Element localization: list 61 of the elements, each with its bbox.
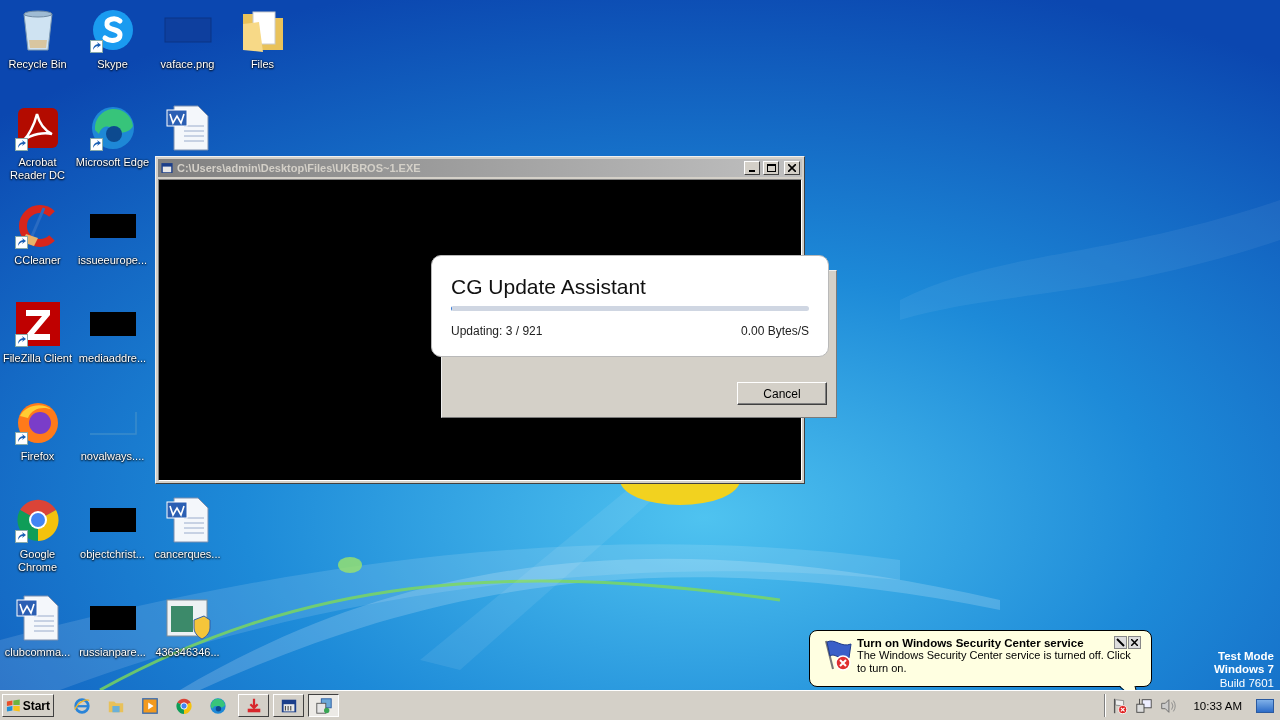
- icon-label[interactable]: Skype: [75, 58, 150, 71]
- icon-label[interactable]: clubcomma...: [0, 646, 75, 659]
- flag-error-icon: [1111, 696, 1130, 715]
- os-info-text: Windows 7: [1214, 663, 1274, 677]
- chrome-icon: [175, 696, 193, 715]
- edge-icon: [209, 696, 227, 715]
- shortcut-arrow-icon: [14, 334, 28, 347]
- icon-label[interactable]: Microsoft Edge: [75, 156, 150, 169]
- console-icon: [160, 161, 174, 175]
- leaf-drawing: [338, 557, 362, 573]
- close-button[interactable]: [1128, 636, 1141, 649]
- speed-text: 0.00 Bytes/S: [740, 324, 809, 338]
- speaker-icon: [1159, 696, 1178, 715]
- maximize-button[interactable]: [763, 161, 779, 175]
- icon-label[interactable]: CCleaner: [0, 254, 75, 267]
- icon-label[interactable]: vaface.png: [150, 58, 225, 71]
- icon-label[interactable]: Acrobat Reader DC: [0, 156, 75, 182]
- status-text: Updating: 3 / 921: [451, 324, 543, 338]
- clock[interactable]: 10:33 AM: [1193, 699, 1242, 712]
- tray-button[interactable]: [1111, 696, 1130, 715]
- icon-label[interactable]: cancerques...: [150, 548, 225, 561]
- shortcut-arrow-icon: [89, 40, 103, 53]
- window-title: C:\Users\admin\Desktop\Files\UKBROS~1.EXE: [177, 162, 422, 174]
- shortcut-arrow-icon: [14, 236, 28, 249]
- icon-label[interactable]: objectchrist...: [75, 548, 150, 561]
- icon-label[interactable]: 436346346...: [150, 646, 225, 659]
- notification-balloon[interactable]: Turn on Windows Security Center service The Windows Security Center service is turned off. Click to turn on.: [809, 630, 1152, 687]
- icon-label[interactable]: mediaaddre...: [75, 352, 150, 365]
- icon-label[interactable]: issueeurope...: [75, 254, 150, 267]
- balloon-message: The Windows Security Center service is turned off. Click to turn on.: [857, 649, 1132, 675]
- close-icon: [788, 164, 796, 172]
- shortcut-arrow-icon: [14, 530, 28, 543]
- media-player-icon: [141, 696, 159, 715]
- os-info-text: Test Mode: [1218, 649, 1274, 663]
- close-icon: [1131, 639, 1138, 646]
- dialog-title: CG Update Assistant: [451, 274, 647, 300]
- shortcut-arrow-icon: [89, 138, 103, 151]
- icon-label[interactable]: Google Chrome: [0, 548, 75, 574]
- network-icon: [1135, 696, 1154, 715]
- windows-logo-icon: [6, 698, 21, 713]
- task-button[interactable]: [308, 694, 339, 717]
- wrench-icon: [1116, 638, 1125, 647]
- os-info-text: Build 7601: [1219, 676, 1274, 690]
- icon-label[interactable]: novalways....: [75, 450, 150, 463]
- cancel-button[interactable]: Cancel: [737, 382, 827, 405]
- shortcut-arrow-icon: [14, 432, 28, 445]
- shortcut-arrow-icon: [14, 138, 28, 151]
- options-button[interactable]: [1114, 636, 1127, 649]
- maximize-icon: [766, 164, 776, 172]
- icon-label[interactable]: russianpare...: [75, 646, 150, 659]
- minimize-button[interactable]: [744, 161, 760, 175]
- icon-label[interactable]: Files: [225, 58, 300, 71]
- icon-label[interactable]: Firefox: [0, 450, 75, 463]
- balloon-title: Turn on Windows Security Center service: [857, 637, 1085, 649]
- tray-button[interactable]: [1135, 696, 1154, 715]
- icon-label[interactable]: FileZilla Client: [0, 352, 75, 365]
- show-desktop-button[interactable]: [1256, 698, 1274, 713]
- icon-label[interactable]: Recycle Bin: [0, 58, 75, 71]
- internet-explorer-icon: [73, 696, 91, 715]
- start-button[interactable]: Start: [2, 694, 54, 717]
- installer-icon: [314, 696, 333, 715]
